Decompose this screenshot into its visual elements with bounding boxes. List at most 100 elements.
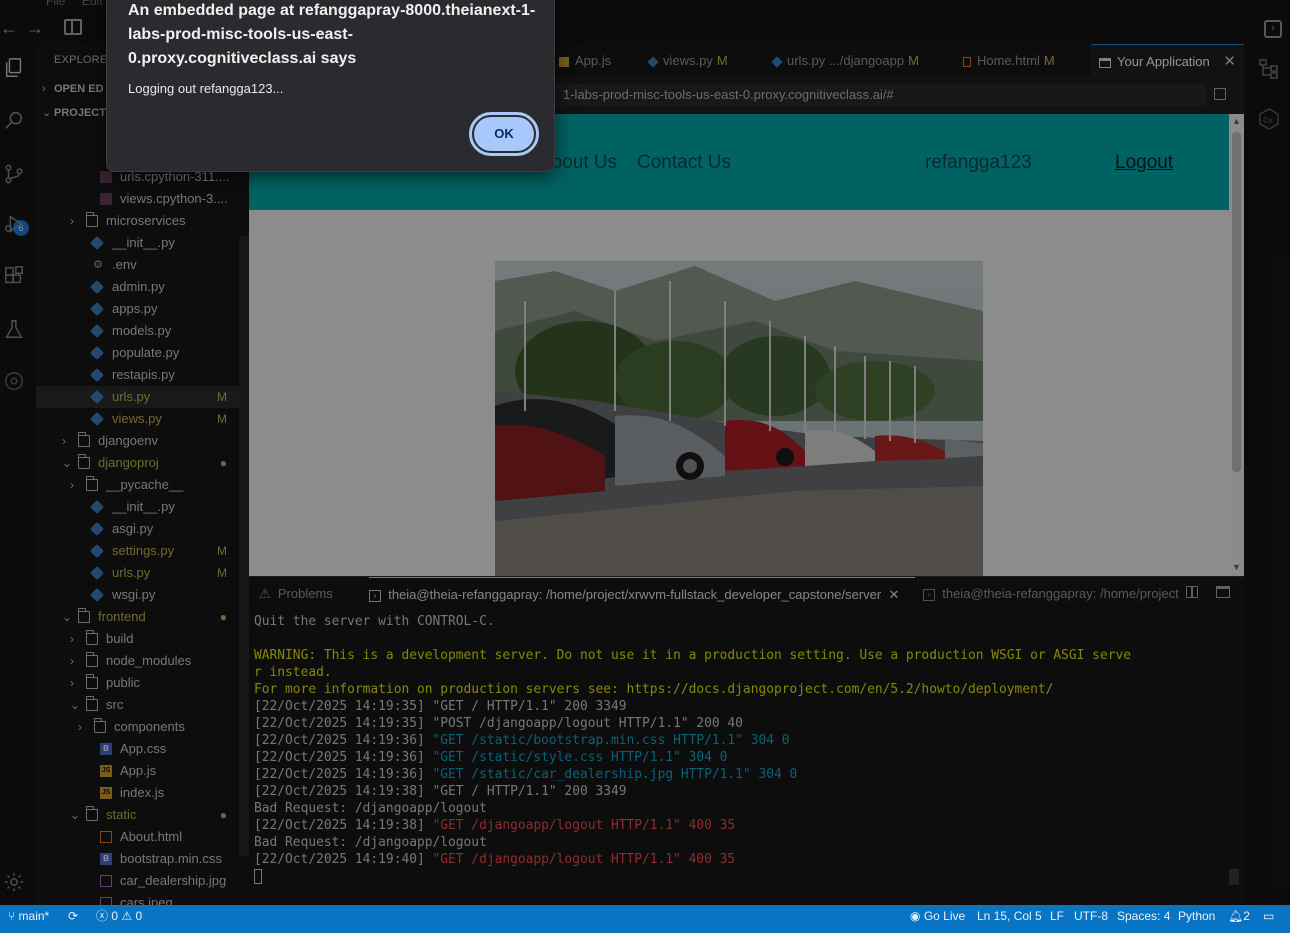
folder-item[interactable]: ⌄ frontend ●: [36, 606, 239, 628]
remote-icon[interactable]: [2, 369, 26, 393]
file-item[interactable]: cars.jpeg: [36, 892, 239, 905]
search-icon[interactable]: [2, 108, 26, 132]
terminal-scrollbar[interactable]: [1229, 869, 1239, 885]
preview-scroll-thumb[interactable]: [1232, 132, 1241, 472]
tab-terminal-server[interactable]: › theia@theia-refanggapray: /home/projec…: [369, 577, 915, 611]
folder-item[interactable]: › __pycache__: [36, 474, 239, 496]
folder-item[interactable]: › build: [36, 628, 239, 650]
preview-scrollbar[interactable]: ▲ ▼: [1229, 114, 1244, 576]
chevron-right-icon[interactable]: ›: [78, 716, 90, 738]
file-item[interactable]: __init__.py: [36, 496, 239, 518]
open-editors-header[interactable]: › OPEN ED: [36, 78, 104, 100]
logout-link[interactable]: Logout: [1115, 152, 1173, 174]
folder-item[interactable]: › public: [36, 672, 239, 694]
notifications-status[interactable]: 🔔︎2: [1228, 905, 1250, 928]
file-item[interactable]: JS index.js: [36, 782, 239, 804]
file-item[interactable]: About.html: [36, 826, 239, 848]
tab-problems[interactable]: ⚠ Problems: [259, 577, 333, 611]
file-item[interactable]: __init__.py: [36, 232, 239, 254]
project-header[interactable]: ⌄ PROJECT: [36, 102, 106, 124]
encoding-status[interactable]: UTF-8: [1074, 905, 1108, 928]
file-item[interactable]: models.py: [36, 320, 239, 342]
chevron-right-icon[interactable]: ›: [70, 628, 82, 650]
css-file-icon: B: [100, 853, 112, 865]
file-item[interactable]: views.cpython-3....: [36, 188, 239, 210]
chevron-down-icon[interactable]: ⌄: [62, 452, 74, 474]
file-item[interactable]: restapis.py: [36, 364, 239, 386]
file-item[interactable]: asgi.py: [36, 518, 239, 540]
indent-status[interactable]: Spaces: 4: [1117, 905, 1170, 928]
folder-item[interactable]: › node_modules: [36, 650, 239, 672]
hex-memory-icon[interactable]: 0x: [1258, 108, 1280, 130]
terminal-line: [22/Oct/2025 14:19:36] "GET /static/styl…: [254, 750, 728, 765]
eol-status[interactable]: LF: [1050, 905, 1064, 928]
outline-tree-icon[interactable]: [1258, 58, 1280, 80]
toggle-sidebar-icon[interactable]: [64, 19, 82, 35]
folder-item[interactable]: ⌄ static ●: [36, 804, 239, 826]
file-item[interactable]: ⚙ .env: [36, 254, 239, 276]
source-control-icon[interactable]: [2, 162, 26, 186]
url-input[interactable]: 1-labs-prod-misc-tools-us-east-0.proxy.c…: [553, 84, 1206, 106]
tab-home-html[interactable]: Home.html M: [951, 44, 1091, 77]
chevron-down-icon[interactable]: ⌄: [70, 694, 82, 716]
chevron-right-icon[interactable]: ›: [70, 650, 82, 672]
tab-views-py[interactable]: views.py M: [645, 44, 761, 77]
toggle-panel-icon[interactable]: ›: [1264, 20, 1282, 38]
split-terminal-icon[interactable]: [1186, 586, 1199, 598]
cursor-position[interactable]: Ln 15, Col 5: [977, 905, 1042, 928]
close-icon[interactable]: ✕: [1223, 45, 1236, 78]
language-status[interactable]: Python: [1178, 905, 1215, 928]
file-item[interactable]: urls.py M: [36, 562, 239, 584]
open-external-icon[interactable]: [1214, 88, 1226, 100]
extensions-icon[interactable]: [2, 264, 26, 288]
run-debug-icon[interactable]: [2, 212, 26, 236]
back-arrow-icon[interactable]: ←: [0, 18, 18, 39]
chevron-down-icon[interactable]: ⌄: [70, 804, 82, 826]
scroll-up-icon[interactable]: ▲: [1232, 116, 1241, 126]
folder-item[interactable]: › microservices: [36, 210, 239, 232]
close-icon[interactable]: ✕: [885, 587, 899, 602]
chevron-right-icon[interactable]: ›: [70, 474, 82, 496]
layout-icon[interactable]: ▭: [1263, 905, 1274, 928]
file-item[interactable]: views.py M: [36, 408, 239, 430]
tab-app-js[interactable]: App.js: [553, 44, 645, 77]
tab-your-application[interactable]: Your Application ✕: [1091, 44, 1244, 77]
file-item[interactable]: wsgi.py: [36, 584, 239, 606]
explorer-icon[interactable]: [2, 56, 26, 80]
folder-item[interactable]: ⌄ src: [36, 694, 239, 716]
file-item[interactable]: settings.py M: [36, 540, 239, 562]
chevron-down-icon[interactable]: ⌄: [62, 606, 74, 628]
terminal-output[interactable]: Quit the server with CONTROL-C. WARNING: …: [254, 613, 1239, 885]
folder-item[interactable]: ⌄ djangoproj ●: [36, 452, 239, 474]
problems-status[interactable]: ⓧ 0 ⚠ 0: [96, 905, 142, 928]
file-item[interactable]: admin.py: [36, 276, 239, 298]
settings-gear-icon[interactable]: [2, 870, 26, 894]
maximize-panel-icon[interactable]: [1216, 586, 1230, 598]
ok-button[interactable]: OK: [469, 112, 539, 156]
scroll-down-icon[interactable]: ▼: [1232, 562, 1241, 572]
file-item[interactable]: apps.py: [36, 298, 239, 320]
file-item[interactable]: car_dealership.jpg: [36, 870, 239, 892]
sidebar-scrollbar[interactable]: [239, 236, 249, 856]
branch-status[interactable]: ⑂ main*: [8, 905, 49, 928]
sync-icon[interactable]: ⟳: [68, 905, 78, 928]
forward-arrow-icon[interactable]: →: [26, 18, 44, 39]
menu-file[interactable]: File: [46, 0, 65, 8]
file-item[interactable]: B App.css: [36, 738, 239, 760]
menu-edit[interactable]: Edit: [82, 0, 103, 8]
file-item[interactable]: Bbootstrap.min.css: [36, 848, 239, 870]
chevron-right-icon[interactable]: ›: [70, 672, 82, 694]
chevron-right-icon[interactable]: ›: [70, 210, 82, 232]
go-live-button[interactable]: ◉ Go Live: [910, 905, 965, 928]
file-item[interactable]: JS App.js: [36, 760, 239, 782]
folder-item[interactable]: › components: [36, 716, 239, 738]
chevron-right-icon[interactable]: ›: [62, 430, 74, 452]
tab-terminal-project[interactable]: › theia@theia-refanggapray: /home/projec…: [923, 577, 1185, 611]
folder-item[interactable]: › djangoenv: [36, 430, 239, 452]
nav-contact-link[interactable]: Contact Us: [637, 152, 731, 174]
testing-flask-icon[interactable]: [2, 317, 26, 341]
file-item[interactable]: populate.py: [36, 342, 239, 364]
tab-urls-py[interactable]: urls.py .../djangoapp M: [761, 44, 951, 77]
tree-item-label: App.js: [120, 763, 157, 778]
file-item[interactable]: urls.py M: [36, 386, 239, 408]
